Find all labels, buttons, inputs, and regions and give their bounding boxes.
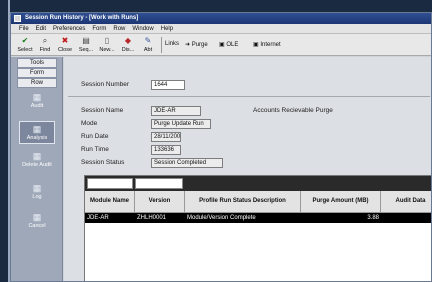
purge-link[interactable]: ➜ Purge xyxy=(185,41,208,48)
cell-status-description: Module/Version Complete xyxy=(187,215,256,221)
audit-button[interactable]: ▦ Audit xyxy=(19,92,55,109)
display-button[interactable]: ◆ Dis... xyxy=(118,35,138,55)
divider xyxy=(68,96,430,97)
qbe-cell-module[interactable] xyxy=(87,178,133,189)
menu-preferences[interactable]: Preferences xyxy=(53,24,85,33)
find-icon: ⌕ xyxy=(42,36,48,45)
display-icon: ◆ xyxy=(124,36,132,45)
toolbar: ✔ Select ⌕ Find ✖ Close ▤ Seq... ▯ New..… xyxy=(11,34,431,56)
run-time-field: 133636 xyxy=(151,145,181,155)
session-name-description: Accounts Recievable Purge xyxy=(253,107,333,114)
menu-file[interactable]: File xyxy=(19,24,29,33)
run-date-field: 28/11/200 xyxy=(151,132,181,142)
log-icon: ▦ xyxy=(32,183,42,193)
tab-form[interactable]: Form xyxy=(17,68,57,78)
log-button[interactable]: ▦ Log xyxy=(19,183,55,200)
cancel-button[interactable]: ▦ Cancel xyxy=(19,212,55,229)
new-icon: ▯ xyxy=(104,36,110,45)
tab-row[interactable]: Row xyxy=(17,78,57,88)
column-header-status-description[interactable]: Profile Run Status Description xyxy=(185,191,301,213)
analysis-button[interactable]: ▦ Analysis xyxy=(19,121,55,144)
session-status-label: Session Status xyxy=(81,159,125,166)
column-header-module-name[interactable]: Module Name xyxy=(85,191,135,213)
app-icon xyxy=(14,15,21,22)
delete-audit-button[interactable]: ▦ Delete Audit xyxy=(19,151,55,168)
mode-field: Purge Update Run xyxy=(151,119,211,129)
select-button[interactable]: ✔ Select xyxy=(15,35,35,55)
menu-form[interactable]: Form xyxy=(92,24,106,33)
delete-audit-icon: ▦ xyxy=(32,151,42,161)
about-button[interactable]: ✎ Abt xyxy=(138,35,158,55)
analysis-icon: ▦ xyxy=(32,124,42,134)
checkmark-icon: ✔ xyxy=(21,36,29,45)
close-button[interactable]: ✖ Close xyxy=(55,35,75,55)
column-header-purge-amount[interactable]: Purge Amount (MB) xyxy=(301,191,381,213)
exit-bar: Tools Form Row ▦ Audit ▦ Analysis ▦ Dele… xyxy=(11,57,63,281)
app-window: Session Run History - [Work with Runs] F… xyxy=(10,12,432,282)
menu-row[interactable]: Row xyxy=(113,24,125,33)
ole-link[interactable]: ▣ OLE xyxy=(219,41,238,48)
column-header-audit-data[interactable]: Audit Data xyxy=(381,191,431,213)
form-area: Session Number 1644 Session Name JDE-AR … xyxy=(64,57,431,281)
session-name-label: Session Name xyxy=(81,107,124,114)
results-grid: Module Name Version Profile Run Status D… xyxy=(84,175,431,281)
find-button[interactable]: ⌕ Find xyxy=(35,35,55,55)
mode-label: Mode xyxy=(81,120,98,127)
close-icon: ✖ xyxy=(61,36,69,45)
menu-edit[interactable]: Edit xyxy=(36,24,46,33)
links-label: Links xyxy=(165,41,180,47)
menu-window[interactable]: Window xyxy=(132,24,153,33)
tab-tools[interactable]: Tools xyxy=(17,58,57,68)
column-header-version[interactable]: Version xyxy=(135,191,185,213)
toolbar-separator xyxy=(161,37,162,53)
audit-icon: ▦ xyxy=(32,92,42,102)
run-time-label: Run Time xyxy=(81,146,109,153)
run-date-label: Run Date xyxy=(81,133,109,140)
arrow-icon: ➜ xyxy=(185,42,192,48)
qbe-cell-version[interactable] xyxy=(135,178,183,189)
menu-bar: File Edit Preferences Form Row Window He… xyxy=(11,24,431,34)
new-button[interactable]: ▯ New... xyxy=(97,35,117,55)
cell-version: ZHLH0001 xyxy=(137,215,167,221)
internet-link[interactable]: ▣ Internet xyxy=(253,41,281,48)
session-name-field: JDE-AR xyxy=(151,106,201,116)
cell-purge-amount: 3.88 xyxy=(367,215,379,221)
menu-help[interactable]: Help xyxy=(161,24,173,33)
session-number-label: Session Number xyxy=(81,81,130,88)
cell-audit-data xyxy=(381,213,431,223)
session-number-field[interactable]: 1644 xyxy=(151,80,185,90)
cell-module-name: JDE-AR xyxy=(87,215,109,221)
sequence-icon: ▤ xyxy=(82,36,90,45)
title-bar[interactable]: Session Run History - [Work with Runs] xyxy=(11,13,431,24)
window-title: Session Run History - [Work with Runs] xyxy=(25,15,139,21)
about-icon: ✎ xyxy=(144,36,152,45)
cancel-icon: ▦ xyxy=(32,212,42,222)
seq-button[interactable]: ▤ Seq... xyxy=(76,35,96,55)
session-status-field: Session Completed xyxy=(151,158,223,168)
